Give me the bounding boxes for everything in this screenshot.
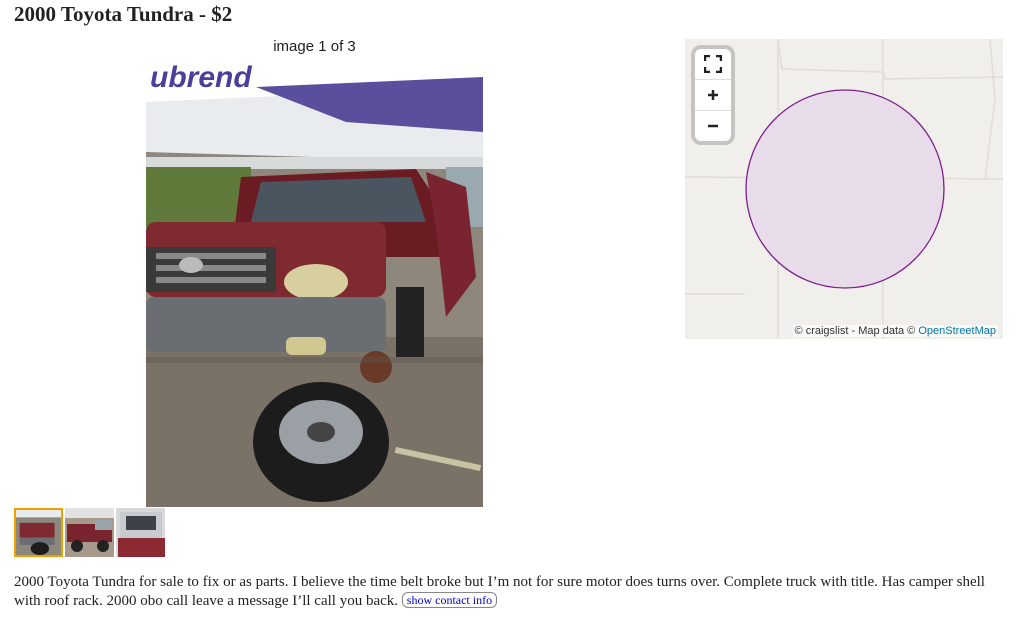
zoom-out-icon — [708, 124, 718, 128]
openstreetmap-link[interactable]: OpenStreetMap — [918, 325, 996, 337]
main-photo[interactable]: ubrend — [146, 57, 483, 507]
map-controls — [695, 49, 731, 141]
fullscreen-icon — [704, 55, 722, 73]
show-contact-info-button[interactable]: show contact info — [401, 592, 498, 608]
thumbnail-3-image — [116, 508, 165, 557]
thumbnail-1-image — [16, 510, 61, 555]
image-counter: image 1 of 3 — [273, 38, 356, 55]
thumbnail-strip — [14, 508, 165, 557]
map-attribution-text: © craigslist - Map data © — [794, 325, 916, 337]
thumbnail-2-image — [65, 508, 114, 557]
zoom-in-button[interactable] — [695, 79, 731, 110]
truck-photo-illustration: ubrend — [146, 57, 483, 507]
location-map[interactable]: © craigslist - Map data © OpenStreetMap — [685, 39, 1003, 339]
svg-text:ubrend: ubrend — [150, 61, 252, 94]
map-attribution: © craigslist - Map data © OpenStreetMap — [792, 325, 998, 337]
thumbnail-2[interactable] — [65, 508, 114, 557]
posting-description: 2000 Toyota Tundra for sale to fix or as… — [14, 574, 985, 609]
posting-body: 2000 Toyota Tundra for sale to fix or as… — [14, 573, 994, 611]
map-tiles — [685, 39, 1003, 339]
zoom-out-button[interactable] — [695, 110, 731, 141]
zoom-in-icon — [708, 90, 718, 100]
posting-title: 2000 Toyota Tundra - $2 — [14, 2, 233, 26]
thumbnail-3[interactable] — [116, 508, 165, 557]
thumbnail-1[interactable] — [14, 508, 63, 557]
fullscreen-button[interactable] — [695, 49, 731, 79]
approximate-area-circle — [745, 89, 945, 289]
